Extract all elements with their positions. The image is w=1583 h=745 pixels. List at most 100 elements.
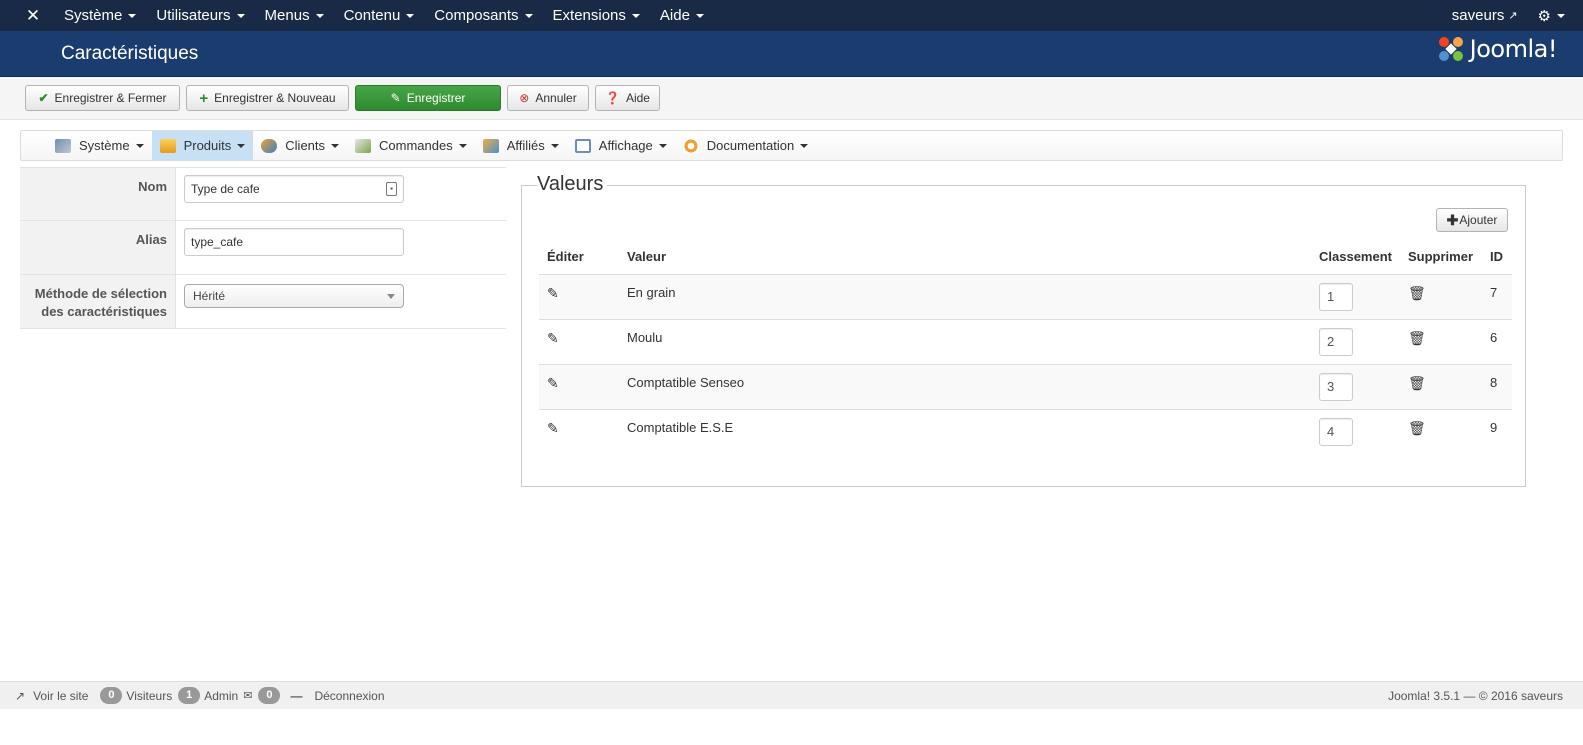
- submenu-label: Affichage: [598, 138, 653, 153]
- page-title: Caractéristiques: [61, 43, 199, 64]
- menu-label: Aide: [659, 7, 690, 24]
- pencil-icon[interactable]: ✎: [547, 285, 559, 301]
- menu-contenu[interactable]: Contenu: [334, 0, 425, 31]
- order-cell: 2: [1311, 318, 1400, 364]
- order-input[interactable]: 4: [1319, 417, 1353, 446]
- dropdown-arrow-icon: [387, 294, 395, 299]
- site-name: saveurs: [1451, 7, 1505, 24]
- alias-field[interactable]: type_cafe: [184, 228, 404, 256]
- view-site-link[interactable]: ↗ Voir le site: [15, 689, 88, 703]
- save-new-button[interactable]: + Enregistrer & Nouveau: [186, 85, 349, 111]
- edit-cell: ✎: [539, 408, 619, 454]
- menu-composants[interactable]: Composants: [424, 0, 542, 31]
- submenu-affichage[interactable]: Affichage: [567, 131, 675, 160]
- pencil-icon[interactable]: ✎: [547, 330, 559, 346]
- trash-icon[interactable]: 🗑: [1408, 285, 1426, 301]
- column-header-delete: Supprimer: [1400, 240, 1482, 275]
- submenu-documentation[interactable]: Documentation: [675, 131, 816, 160]
- logout-link[interactable]: Déconnexion: [314, 689, 384, 703]
- order-input[interactable]: 3: [1319, 372, 1353, 401]
- column-header-value: Valeur: [619, 240, 1311, 275]
- order-cell: 3: [1311, 363, 1400, 409]
- logout-label: Déconnexion: [314, 688, 385, 703]
- visitors-label: Visiteurs: [126, 688, 173, 703]
- box-icon: [159, 138, 176, 153]
- caret-down-icon: [550, 143, 559, 148]
- add-value-button[interactable]: ✚ Ajouter: [1436, 208, 1508, 232]
- submenu-affilies[interactable]: Affiliés: [475, 131, 567, 160]
- trash-icon[interactable]: 🗑: [1408, 330, 1426, 346]
- status-footer: ↗ Voir le site 0 Visiteurs 1 Admin ✉ 0 —…: [0, 681, 1583, 709]
- caret-down-icon: [695, 13, 704, 18]
- button-label: Ajouter: [1459, 213, 1498, 227]
- edit-cell: ✎: [539, 318, 619, 364]
- caret-down-icon: [1557, 13, 1565, 18]
- edit-icon: ✎: [390, 91, 401, 105]
- menu-label: Contenu: [343, 7, 401, 24]
- id-cell: 7: [1482, 273, 1512, 319]
- joomla-logo-icon[interactable]: ✕: [14, 0, 52, 31]
- menu-extensions[interactable]: Extensions: [543, 0, 650, 31]
- help-button[interactable]: ❓ Aide: [595, 85, 660, 111]
- action-toolbar: ✔ Enregistrer & Fermer + Enregistrer & N…: [0, 77, 1583, 120]
- menu-menus[interactable]: Menus: [255, 0, 334, 31]
- column-header-id: ID: [1482, 240, 1512, 275]
- method-value: Hérité: [193, 289, 226, 303]
- method-field-wrap: Hérité: [176, 275, 404, 328]
- caret-down-icon: [524, 13, 533, 18]
- save-button[interactable]: ✎ Enregistrer: [355, 85, 501, 111]
- menu-label: Composants: [434, 7, 519, 24]
- form-row-method: Méthode de sélection des caractéristique…: [20, 274, 506, 329]
- caret-down-icon: [315, 13, 324, 18]
- save-close-button[interactable]: ✔ Enregistrer & Fermer: [25, 85, 180, 111]
- id-cell: 8: [1482, 363, 1512, 409]
- menu-systeme[interactable]: Système: [54, 0, 146, 31]
- value-cell: Moulu: [619, 318, 1311, 364]
- submenu-commandes[interactable]: Commandes: [347, 131, 475, 160]
- menu-utilisateurs[interactable]: Utilisateurs: [146, 0, 254, 31]
- order-input[interactable]: 2: [1319, 327, 1353, 356]
- caret-down-icon: [236, 13, 245, 18]
- name-field[interactable]: Type de cafe ▪: [184, 175, 404, 203]
- user-menu[interactable]: ⚙: [1530, 7, 1583, 25]
- messages-status[interactable]: 0 —: [258, 687, 308, 704]
- caret-down-icon: [406, 13, 415, 18]
- trash-icon[interactable]: 🗑: [1408, 375, 1426, 391]
- admin-status[interactable]: 1 Admin ✉: [178, 687, 252, 704]
- values-table: Éditer Valeur Classement Supprimer ID ✎ …: [539, 240, 1512, 454]
- top-navbar: ✕ Système Utilisateurs Menus Contenu Com…: [0, 0, 1583, 31]
- submenu-label: Commandes: [379, 138, 453, 153]
- submenu-systeme[interactable]: Système: [47, 131, 152, 160]
- menu-aide[interactable]: Aide: [650, 0, 714, 31]
- table-row: ✎ Comptatible Senseo 3 🗑 8: [539, 363, 1512, 409]
- users-icon: [261, 138, 278, 153]
- cancel-button[interactable]: ⊗ Annuler: [507, 85, 589, 111]
- id-cell: 6: [1482, 318, 1512, 364]
- trash-icon[interactable]: 🗑: [1408, 420, 1426, 436]
- pencil-icon[interactable]: ✎: [547, 375, 559, 391]
- table-header-row: Éditer Valeur Classement Supprimer ID: [539, 240, 1512, 275]
- visitors-count-badge: 0: [100, 687, 123, 704]
- order-input[interactable]: 1: [1319, 282, 1353, 311]
- submenu-produits[interactable]: Produits: [151, 131, 254, 160]
- topbar-right: saveurs ↗ ⚙: [1440, 0, 1583, 31]
- pencil-icon[interactable]: ✎: [547, 420, 559, 436]
- external-link-icon: ↗: [1508, 10, 1518, 22]
- method-select[interactable]: Hérité: [184, 284, 404, 308]
- value-cell: Comptatible Senseo: [619, 363, 1311, 409]
- delete-cell: 🗑: [1400, 363, 1482, 409]
- visitors-status[interactable]: 0 Visiteurs: [100, 687, 172, 704]
- submenu-clients[interactable]: Clients: [253, 131, 347, 160]
- menu-label: Système: [64, 7, 123, 24]
- button-label: Enregistrer & Nouveau: [214, 91, 336, 105]
- submenu-label: Clients: [285, 138, 326, 153]
- column-header-order: Classement: [1311, 240, 1400, 275]
- plus-icon: +: [199, 89, 209, 107]
- question-circle-icon: ❓: [605, 91, 620, 105]
- method-label: Méthode de sélection des caractéristique…: [20, 275, 176, 328]
- caret-down-icon: [631, 13, 640, 18]
- delete-cell: 🗑: [1400, 318, 1482, 364]
- menu-label: Utilisateurs: [156, 7, 231, 24]
- admin-label: Admin: [204, 688, 239, 703]
- site-link[interactable]: saveurs ↗: [1440, 7, 1530, 24]
